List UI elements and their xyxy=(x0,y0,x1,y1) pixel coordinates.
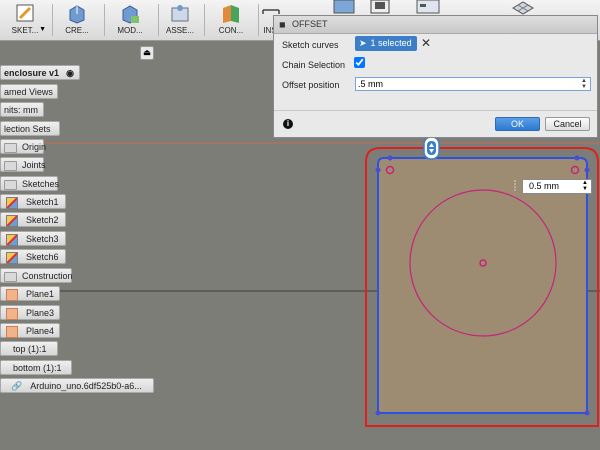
plane-icon xyxy=(6,307,18,320)
tree-sketch-3[interactable]: Sketch3 xyxy=(0,231,66,246)
folder-icon xyxy=(4,271,17,282)
dialog-header[interactable]: ◼ OFFSET xyxy=(274,16,597,34)
selected-count: 1 selected xyxy=(370,38,412,48)
tree-arduino-link[interactable]: 🔗 Arduino_uno.6df525b0-a6... xyxy=(0,378,154,393)
collapse-icon[interactable]: ◼ xyxy=(279,16,286,33)
sketch-icon xyxy=(6,251,18,264)
construct-icon xyxy=(223,5,239,23)
assemble-label: ASSE... xyxy=(165,26,194,35)
addins-icon[interactable] xyxy=(414,0,442,14)
info-icon[interactable]: i xyxy=(283,119,293,129)
tree-selection-sets-label: lection Sets xyxy=(4,124,51,134)
tree-construction[interactable]: Construction xyxy=(0,268,73,283)
sketch-icon xyxy=(6,214,18,227)
dropdown-arrow-icon: ▼ xyxy=(39,26,46,33)
sketch-item-label: Sketch2 xyxy=(26,215,59,225)
create-label: CRE... xyxy=(65,26,89,35)
dialog-divider xyxy=(274,110,597,111)
modify-label: MOD... xyxy=(117,26,143,35)
modify-menu[interactable]: MOD... xyxy=(106,0,154,40)
clear-selection-icon[interactable]: ✕ xyxy=(421,36,431,50)
plane-icon xyxy=(6,325,18,338)
sketch-item-label: Sketch6 xyxy=(26,252,59,262)
tree-joints-label: Joints xyxy=(22,160,46,170)
folder-icon xyxy=(4,142,17,153)
sketch-icon xyxy=(6,233,18,246)
offset-dialog: ◼ OFFSET Sketch curves ➤ 1 selected ✕ Cha… xyxy=(273,15,598,138)
tree-construction-label: Construction xyxy=(22,271,73,281)
offset-position-label: Offset position xyxy=(282,80,340,90)
create-menu[interactable]: CRE... xyxy=(54,0,100,40)
plane-icon xyxy=(6,288,18,301)
select-icon[interactable] xyxy=(508,0,538,16)
construct-menu[interactable]: CON... xyxy=(207,0,255,40)
tree-units-label: nits: mm xyxy=(4,105,39,115)
sketch-menu[interactable]: SKET... ▼ xyxy=(0,0,50,40)
corner-point-bl xyxy=(375,410,381,416)
tree-sketch-2[interactable]: Sketch2 xyxy=(0,212,66,227)
folder-icon xyxy=(4,179,17,190)
browser-root-label: enclosure v1 xyxy=(4,68,60,78)
offset-position-input[interactable] xyxy=(355,77,591,91)
assemble-menu[interactable]: ASSE... xyxy=(160,0,200,40)
tree-bottom[interactable]: bottom (1):1 xyxy=(0,360,72,375)
tree-sketch-1[interactable]: Sketch1 xyxy=(0,194,66,209)
offset-value-text: 0.5 mm xyxy=(529,181,560,191)
plane-item-label: Plane4 xyxy=(26,326,55,336)
tree-units[interactable]: nits: mm xyxy=(0,102,44,117)
assemble-icon xyxy=(171,5,189,22)
corner-point-r xyxy=(584,167,590,173)
sketch-curves-selection[interactable]: ➤ 1 selected xyxy=(355,36,417,51)
tree-named-views-label: amed Views xyxy=(4,87,53,97)
tree-plane-4[interactable]: Plane4 xyxy=(0,323,60,338)
extrude-icon xyxy=(69,5,85,24)
panel-toggle-icon[interactable]: ⏏ xyxy=(140,46,154,60)
construct-label: CON... xyxy=(218,26,244,35)
tree-top[interactable]: top (1):1 xyxy=(0,341,58,356)
folder-icon xyxy=(4,160,17,171)
plane-item-label: Plane1 xyxy=(26,289,55,299)
tree-top-label: top (1):1 xyxy=(13,344,47,354)
tree-joints[interactable]: Joints xyxy=(0,157,46,172)
ok-button[interactable]: OK xyxy=(495,117,540,131)
offset-handle[interactable] xyxy=(423,136,440,160)
dialog-title: OFFSET xyxy=(292,19,328,29)
sketch-curves-label: Sketch curves xyxy=(282,40,339,50)
insert-image-icon[interactable] xyxy=(330,0,360,14)
tree-origin-label: Origin xyxy=(22,142,47,152)
make-icon[interactable] xyxy=(367,0,393,14)
modify-icon xyxy=(122,5,139,24)
radio-icon[interactable]: ◉ xyxy=(66,66,74,81)
tree-sketches-label: Sketches xyxy=(22,179,60,189)
offset-value-input[interactable]: 0.5 mm ▲ ▼ xyxy=(522,179,592,194)
tree-selection-sets[interactable]: lection Sets xyxy=(0,121,60,136)
sketch-item-label: Sketch1 xyxy=(26,197,59,207)
corner-point-br xyxy=(584,410,590,416)
chain-selection-label: Chain Selection xyxy=(282,60,346,70)
corner-point-tr xyxy=(574,155,580,161)
tree-plane-3[interactable]: Plane3 xyxy=(0,305,60,320)
chain-selection-checkbox[interactable] xyxy=(354,57,365,68)
corner-point-l xyxy=(375,167,381,173)
corner-point-tl xyxy=(387,155,393,161)
tree-named-views[interactable]: amed Views xyxy=(0,84,58,99)
plane-item-label: Plane3 xyxy=(26,308,55,318)
cancel-button[interactable]: Cancel xyxy=(545,117,590,131)
sketch-icon xyxy=(6,196,18,209)
spinner-icon[interactable]: ▲ ▼ xyxy=(582,180,588,192)
sketch-profile xyxy=(377,157,588,414)
cursor-icon: ➤ xyxy=(359,38,367,48)
spinner-icon[interactable]: ▲ ▼ xyxy=(581,78,587,90)
tree-bottom-label: bottom (1):1 xyxy=(13,363,62,373)
tree-link-label: Arduino_uno.6df525b0-a6... xyxy=(30,381,142,391)
tree-plane-1[interactable]: Plane1 xyxy=(0,286,60,301)
tree-sketches[interactable]: Sketches xyxy=(0,176,60,191)
link-icon: 🔗 xyxy=(11,381,23,391)
tree-sketch-6[interactable]: Sketch6 xyxy=(0,249,66,264)
sketch-icon xyxy=(16,4,34,22)
browser-root[interactable]: enclosure v1 ◉ xyxy=(0,65,80,80)
tree-origin[interactable]: Origin xyxy=(0,139,47,154)
sketch-item-label: Sketch3 xyxy=(26,234,59,244)
